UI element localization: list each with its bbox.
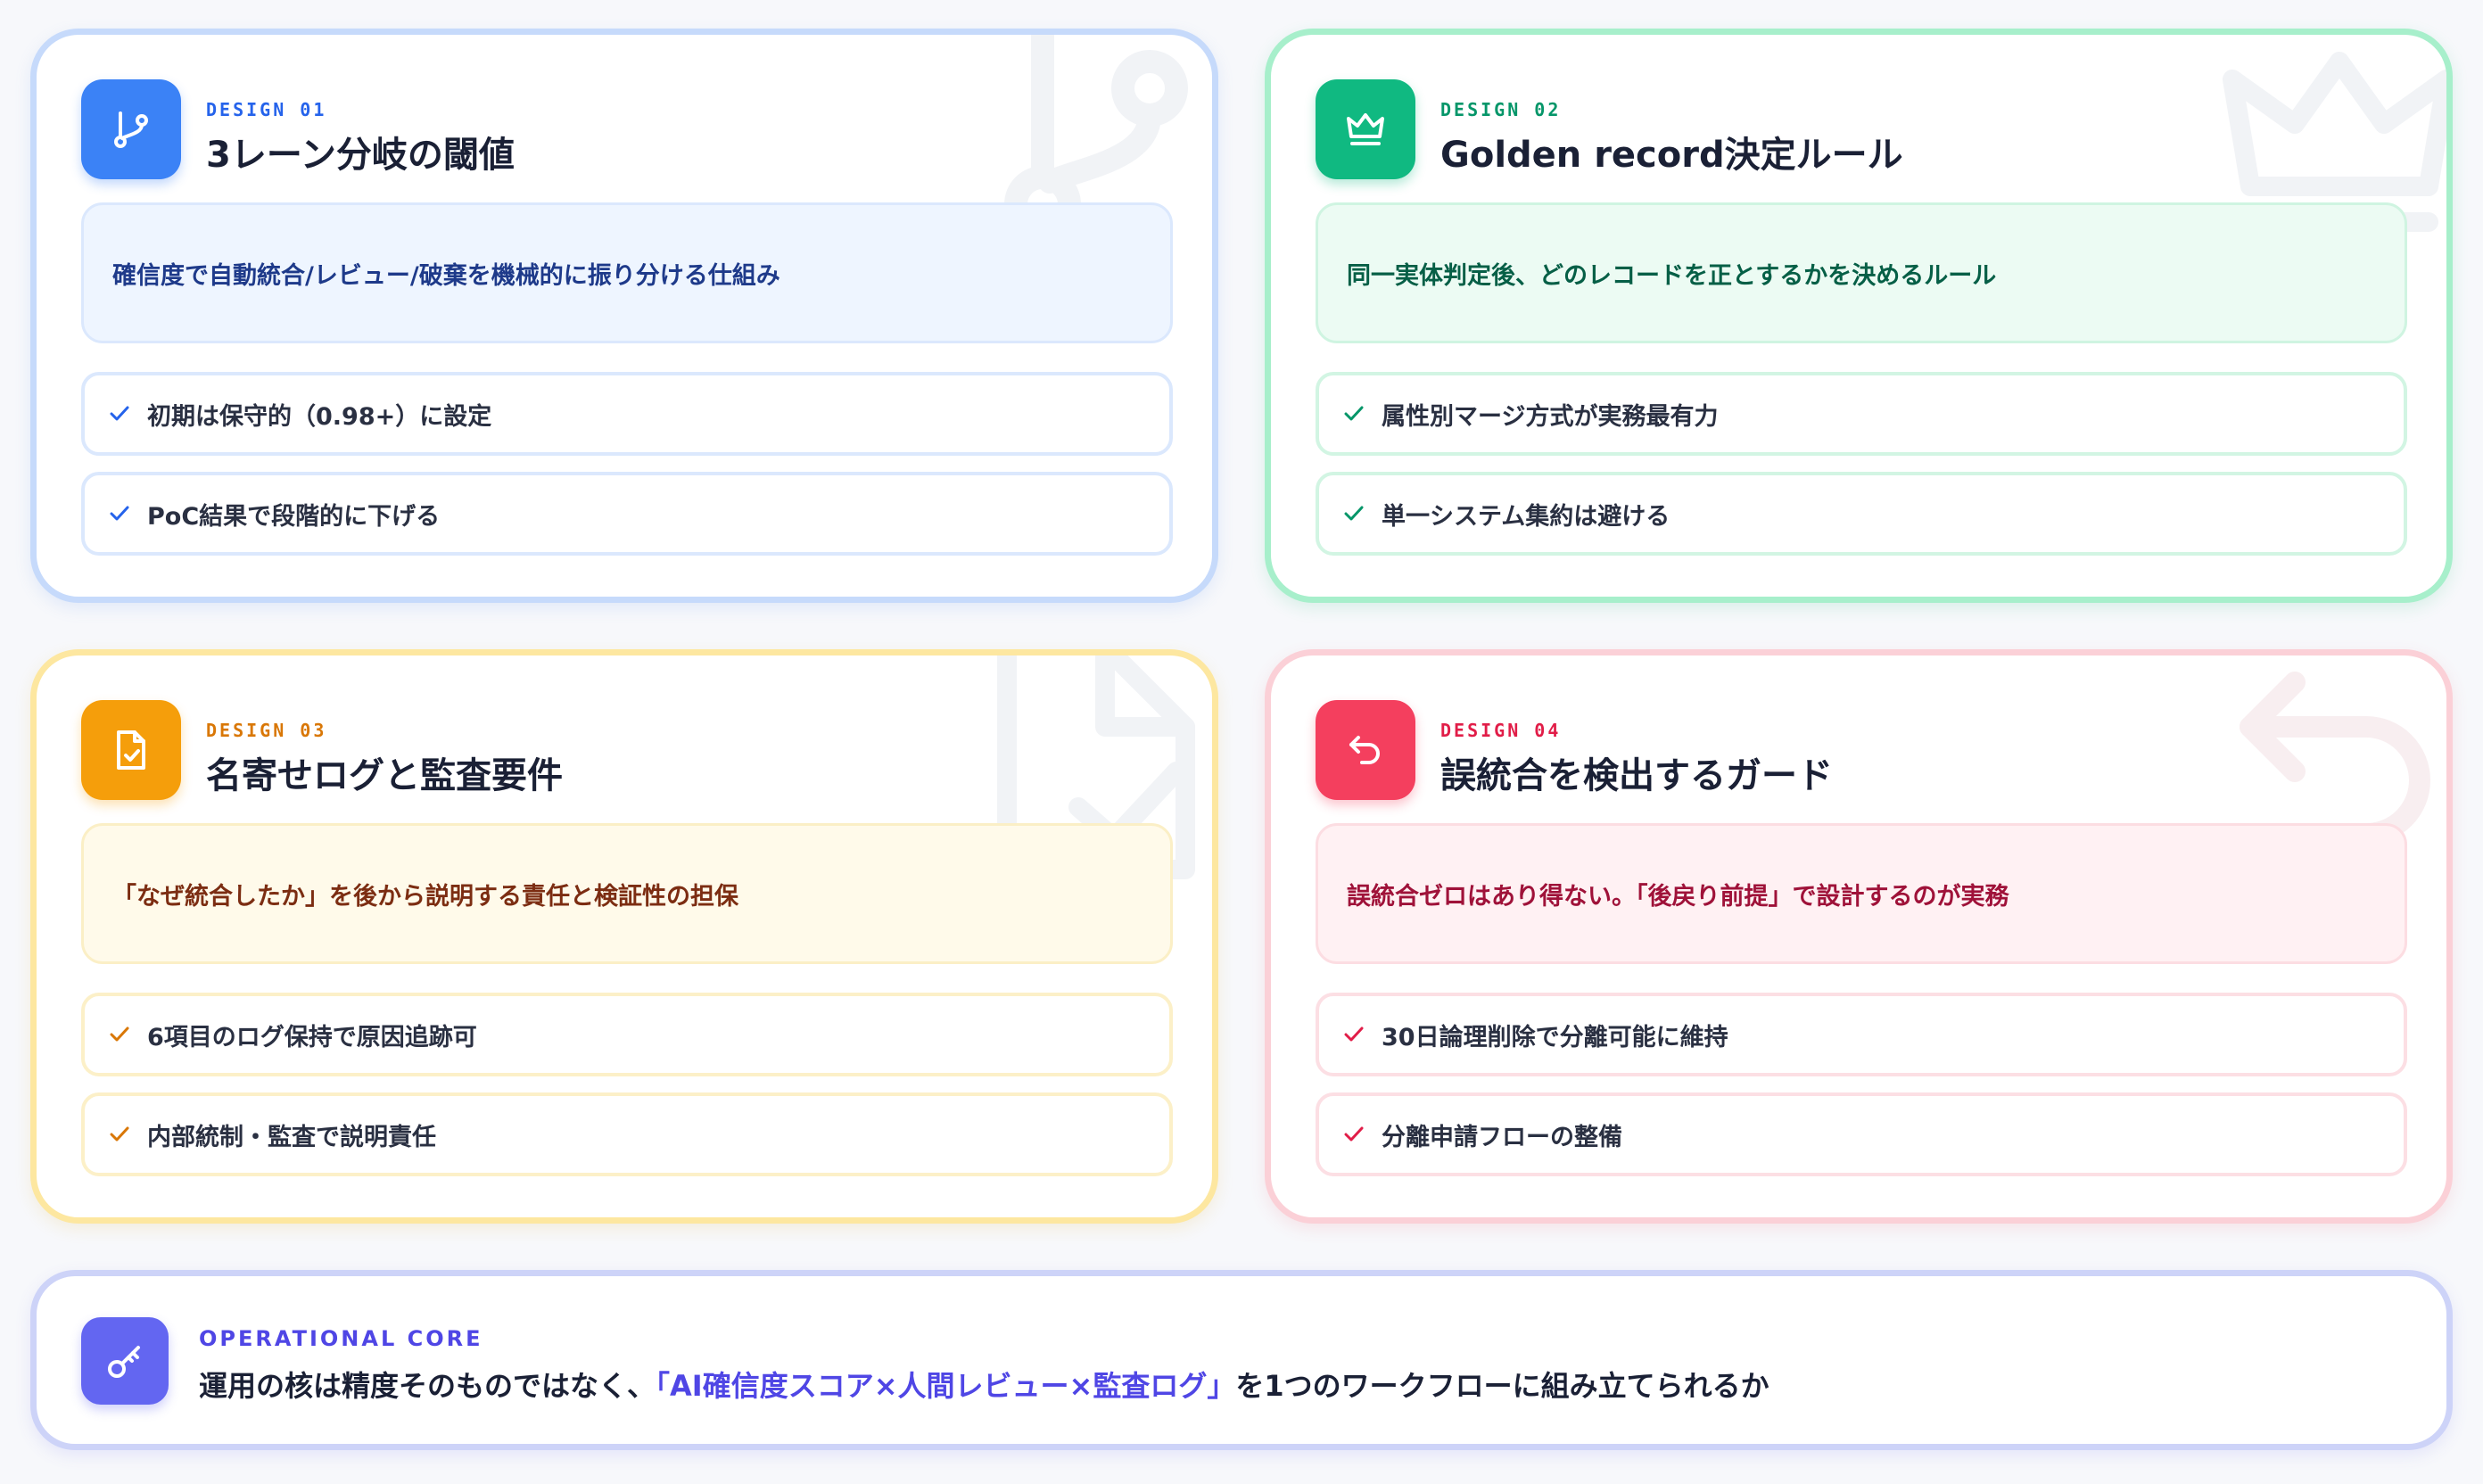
design-card-audit-log: DESIGN 03 名寄せログと監査要件 「なぜ統合したか」を後から説明する責任… xyxy=(30,649,1218,1224)
card-point: 内部統制・監査で説明責任 xyxy=(81,1092,1173,1176)
card-title: Golden record決定ルール xyxy=(1440,135,1903,176)
card-point-label: PoC結果で段階的に下げる xyxy=(147,502,441,531)
card-point: 属性別マージ方式が実務最有力 xyxy=(1316,372,2407,456)
core-text-after: を1つのワークフローに組み立てられるか xyxy=(1235,1369,1769,1403)
operational-core-banner: OPERATIONAL CORE 運用の核は精度そのものではなく、「AI確信度ス… xyxy=(30,1270,2453,1450)
core-eyebrow: OPERATIONAL CORE xyxy=(199,1326,483,1351)
card-title: 3レーン分岐の閾値 xyxy=(206,135,515,176)
file-check-icon xyxy=(81,700,181,800)
design-card-threshold: DESIGN 01 3レーン分岐の閾値 確信度で自動統合/レビュー/破棄を機械的… xyxy=(30,29,1218,603)
card-description: 確信度で自動統合/レビュー/破棄を機械的に振り分ける仕組み xyxy=(81,202,1173,343)
core-statement: 運用の核は精度そのものではなく、「AI確信度スコア×人間レビュー×監査ログ」を1… xyxy=(199,1364,1769,1405)
card-point: 初期は保守的（0.98+）に設定 xyxy=(81,372,1173,456)
card-description: 「なぜ統合したか」を後から説明する責任と検証性の担保 xyxy=(81,823,1173,964)
card-point-label: 30日論理削除で分離可能に維持 xyxy=(1382,1023,1728,1051)
card-eyebrow: DESIGN 04 xyxy=(1440,720,1562,741)
check-icon xyxy=(110,1026,129,1042)
card-point-label: 単一システム集約は避ける xyxy=(1382,502,1670,531)
card-eyebrow: DESIGN 01 xyxy=(206,99,327,120)
card-description: 誤統合ゼロはあり得ない。「後戻り前提」で設計するのが実務 xyxy=(1316,823,2407,964)
card-point: 単一システム集約は避ける xyxy=(1316,472,2407,556)
check-icon xyxy=(110,406,129,421)
key-icon xyxy=(81,1317,169,1405)
undo-arrow-icon xyxy=(1316,700,1415,800)
card-point: 6項目のログ保持で原因追跡可 xyxy=(81,993,1173,1076)
card-point-label: 内部統制・監査で説明責任 xyxy=(147,1123,436,1151)
card-point-label: 属性別マージ方式が実務最有力 xyxy=(1382,402,1719,431)
design-card-golden-record: DESIGN 02 Golden record決定ルール 同一実体判定後、どのレ… xyxy=(1265,29,2453,603)
git-branch-icon xyxy=(81,79,181,179)
check-icon xyxy=(110,506,129,521)
design-card-merge-guard: DESIGN 04 誤統合を検出するガード 誤統合ゼロはあり得ない。「後戻り前提… xyxy=(1265,649,2453,1224)
card-point-label: 分離申請フローの整備 xyxy=(1382,1123,1622,1151)
card-point: 分離申請フローの整備 xyxy=(1316,1092,2407,1176)
card-title: 誤統合を検出するガード xyxy=(1440,755,1833,796)
card-point: PoC結果で段階的に下げる xyxy=(81,472,1173,556)
card-point: 30日論理削除で分離可能に維持 xyxy=(1316,993,2407,1076)
check-icon xyxy=(110,1126,129,1142)
check-icon xyxy=(1344,506,1364,521)
core-text-before: 運用の核は精度そのものではなく、 xyxy=(199,1369,656,1403)
card-eyebrow: DESIGN 03 xyxy=(206,720,327,741)
core-text-highlight: 「AI確信度スコア×人間レビュー×監査ログ」 xyxy=(656,1369,1236,1403)
card-point-label: 6項目のログ保持で原因追跡可 xyxy=(147,1023,477,1051)
check-icon xyxy=(1344,1026,1364,1042)
card-eyebrow: DESIGN 02 xyxy=(1440,99,1562,120)
check-icon xyxy=(1344,406,1364,421)
check-icon xyxy=(1344,1126,1364,1142)
card-description: 同一実体判定後、どのレコードを正とするかを決めるルール xyxy=(1316,202,2407,343)
card-point-label: 初期は保守的（0.98+）に設定 xyxy=(147,402,492,431)
card-title: 名寄せログと監査要件 xyxy=(206,755,563,796)
crown-icon xyxy=(1316,79,1415,179)
